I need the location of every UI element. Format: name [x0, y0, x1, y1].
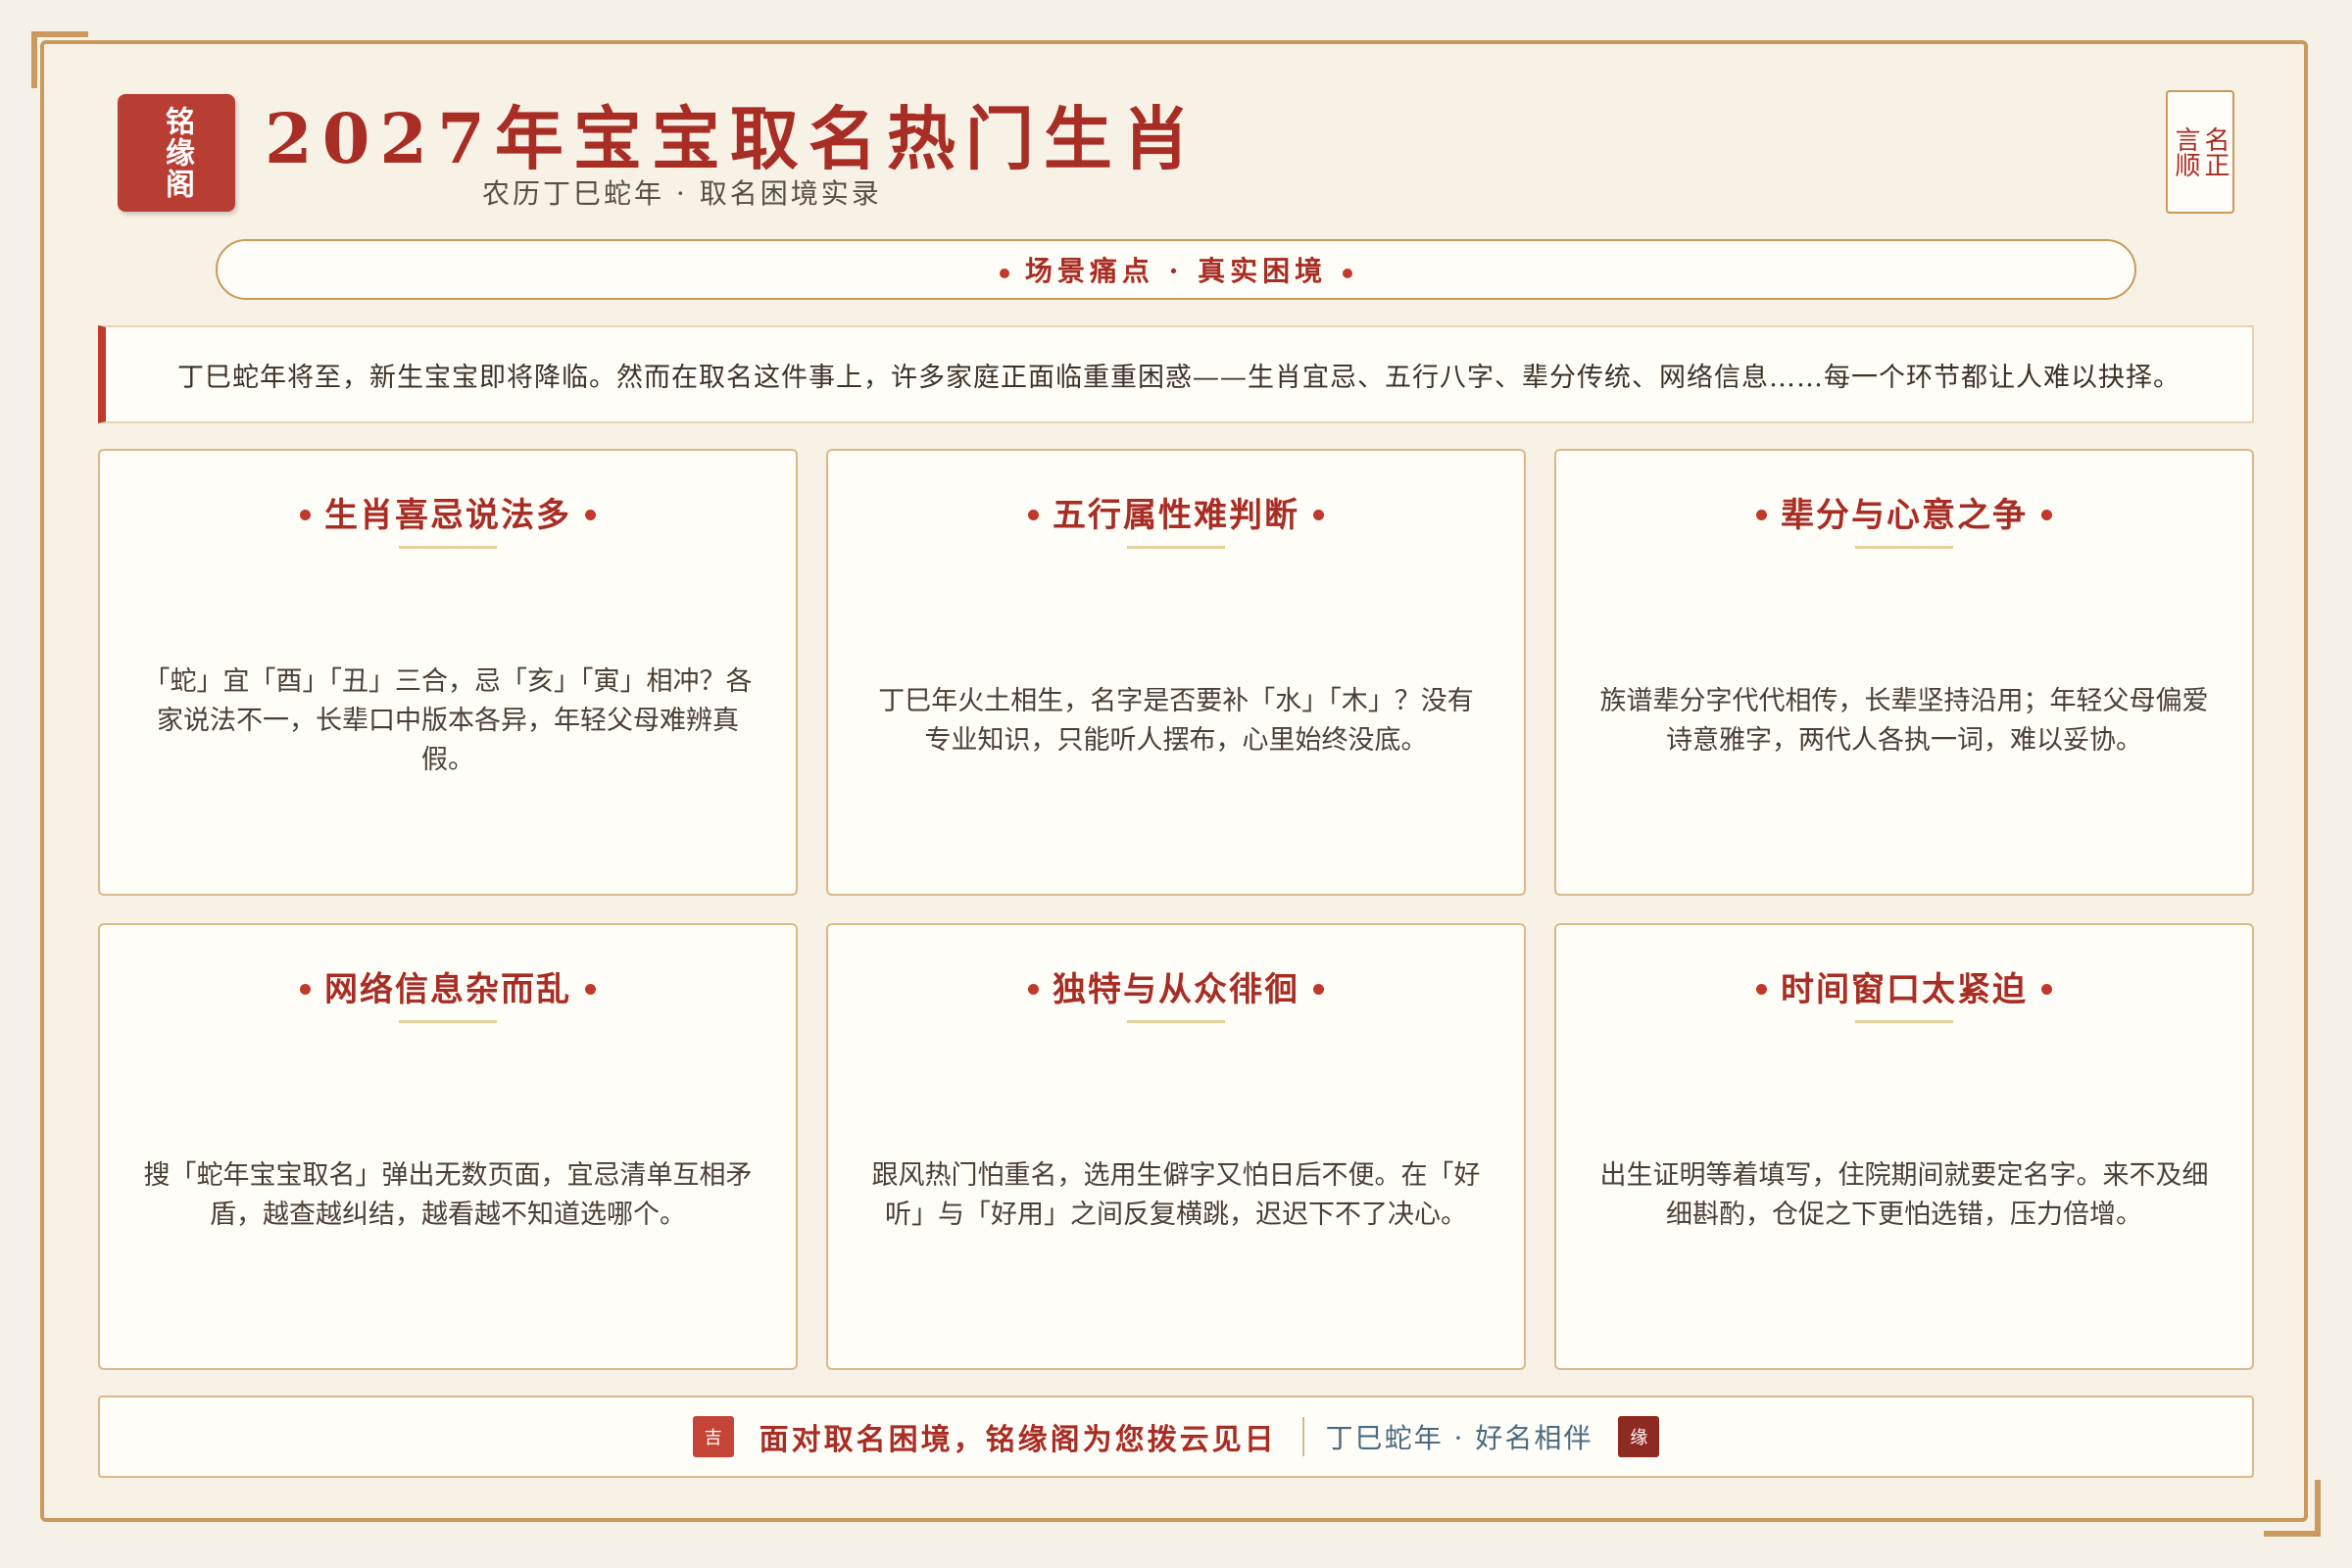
bullet-dot-icon [300, 983, 311, 995]
card-body: 族谱辈分字代代相传，长辈坚持沿用；年轻父母偏爱诗意雅字，两代人各执一词，难以妥协… [1597, 549, 2211, 894]
bullet-dot-icon [1756, 983, 1767, 995]
pain-point-card: 网络信息杂而乱 搜「蛇年宝宝取名」弹出无数页面，宜忌清单互相矛盾，越查越纠结，越… [98, 923, 798, 1370]
card-title-text: 网络信息杂而乱 [324, 970, 571, 1009]
fate-stamp: 缘 [1618, 1416, 1660, 1457]
card-title-text: 生肖喜忌说法多 [324, 496, 571, 535]
bullet-dot-icon [2041, 509, 2052, 520]
card-body: 丁巳年火土相生，名字是否要补「水」「木」？没有专业知识，只能听人摆布，心里始终没… [869, 549, 1483, 894]
section-banner: 场景痛点 · 真实困境 [216, 239, 2136, 300]
pain-point-card: 辈分与心意之争 族谱辈分字代代相传，长辈坚持沿用；年轻父母偏爱诗意雅字，两代人各… [1554, 449, 2254, 896]
motto-tag-right-col: 名正 [2200, 126, 2230, 177]
bullet-dot-icon [1343, 268, 1353, 278]
card-title: 网络信息杂而乱 [100, 962, 796, 1010]
brand-seal-text: 铭缘阁 [160, 106, 194, 200]
pain-point-card: 五行属性难判断 丁巳年火土相生，名字是否要补「水」「木」？没有专业知识，只能听人… [826, 449, 1526, 896]
intro-callout: 丁巳蛇年将至，新生宝宝即将降临。然而在取名这件事上，许多家庭正面临重重困惑——生… [98, 325, 2254, 423]
card-title-text: 独特与从众徘徊 [1053, 970, 1299, 1009]
card-body: 「蛇」宜「酉」「丑」三合，忌「亥」「寅」相冲？各家说法不一，长辈口中版本各异，年… [141, 549, 755, 894]
card-text: 出生证明等着填写，住院期间就要定名字。来不及细细斟酌，仓促之下更怕选错，压力倍增… [1599, 1160, 2209, 1230]
bullet-dot-icon [1028, 983, 1039, 995]
pain-point-card: 时间窗口太紧迫 出生证明等着填写，住院期间就要定名字。来不及细细斟酌，仓促之下更… [1554, 923, 2254, 1370]
pain-point-card: 生肖喜忌说法多 「蛇」宜「酉」「丑」三合，忌「亥」「寅」相冲？各家说法不一，长辈… [98, 449, 798, 896]
bullet-dot-icon [2041, 983, 2052, 995]
card-body: 出生证明等着填写，住院期间就要定名字。来不及细细斟酌，仓促之下更怕选错，压力倍增… [1597, 1023, 2211, 1368]
card-text: 「蛇」宜「酉」「丑」三合，忌「亥」「寅」相冲？各家说法不一，长辈口中版本各异，年… [143, 666, 753, 775]
section-banner-text: 场景痛点 · 真实困境 [1024, 255, 1328, 287]
corner-ornament-bottom-right [2264, 1480, 2321, 1537]
card-title: 生肖喜忌说法多 [100, 488, 796, 536]
section-banner-label: 场景痛点 · 真实困境 [984, 250, 1368, 289]
brand-seal: 铭缘阁 [118, 94, 235, 212]
card-title: 独特与从众徘徊 [828, 962, 1524, 1010]
card-text: 丁巳年火土相生，名字是否要补「水」「木」？没有专业知识，只能听人摆布，心里始终没… [878, 686, 1474, 756]
card-title-text: 辈分与心意之争 [1781, 496, 2028, 535]
bullet-dot-icon [1313, 509, 1324, 520]
bullet-dot-icon [1756, 509, 1767, 520]
bullet-dot-icon [585, 983, 596, 995]
card-text: 跟风热门怕重名，选用生僻字又怕日后不便。在「好听」与「好用」之间反复横跳，迟迟下… [871, 1160, 1481, 1230]
card-title: 五行属性难判断 [828, 488, 1524, 536]
motto-tag-left-col: 言顺 [2171, 126, 2200, 177]
bullet-dot-icon [1313, 983, 1324, 995]
page-subtitle: 农历丁巳蛇年 · 取名困境实录 [482, 177, 882, 210]
footer-slogan: 面对取名困境，铭缘阁为您拨云见日 [759, 1423, 1277, 1457]
page-title: 2027年宝宝取名热门生肖 [265, 98, 1200, 179]
card-body: 搜「蛇年宝宝取名」弹出无数页面，宜忌清单互相矛盾，越查越纠结，越看越不知道选哪个… [141, 1023, 755, 1368]
bullet-dot-icon [1028, 509, 1039, 520]
card-title-text: 时间窗口太紧迫 [1781, 970, 2028, 1009]
intro-text: 丁巳蛇年将至，新生宝宝即将降临。然而在取名这件事上，许多家庭正面临重重困惑——生… [177, 362, 2180, 393]
card-title: 时间窗口太紧迫 [1556, 962, 2252, 1010]
bullet-dot-icon [300, 509, 311, 520]
footer-divider [1301, 1417, 1304, 1456]
bullet-dot-icon [999, 268, 1009, 278]
footer-bar: 吉 面对取名困境，铭缘阁为您拨云见日 丁巳蛇年 · 好名相伴 缘 [98, 1396, 2254, 1478]
pain-point-card: 独特与从众徘徊 跟风热门怕重名，选用生僻字又怕日后不便。在「好听」与「好用」之间… [826, 923, 1526, 1370]
motto-tag: 名正 言顺 [2166, 90, 2234, 214]
card-text: 搜「蛇年宝宝取名」弹出无数页面，宜忌清单互相矛盾，越查越纠结，越看越不知道选哪个… [143, 1160, 753, 1230]
footer-tagline: 丁巳蛇年 · 好名相伴 [1325, 1422, 1593, 1454]
lucky-stamp: 吉 [692, 1416, 734, 1457]
card-title: 辈分与心意之争 [1556, 488, 2252, 536]
card-title-text: 五行属性难判断 [1053, 496, 1299, 535]
card-body: 跟风热门怕重名，选用生僻字又怕日后不便。在「好听」与「好用」之间反复横跳，迟迟下… [869, 1023, 1483, 1368]
bullet-dot-icon [585, 509, 596, 520]
card-text: 族谱辈分字代代相传，长辈坚持沿用；年轻父母偏爱诗意雅字，两代人各执一词，难以妥协… [1599, 686, 2209, 756]
